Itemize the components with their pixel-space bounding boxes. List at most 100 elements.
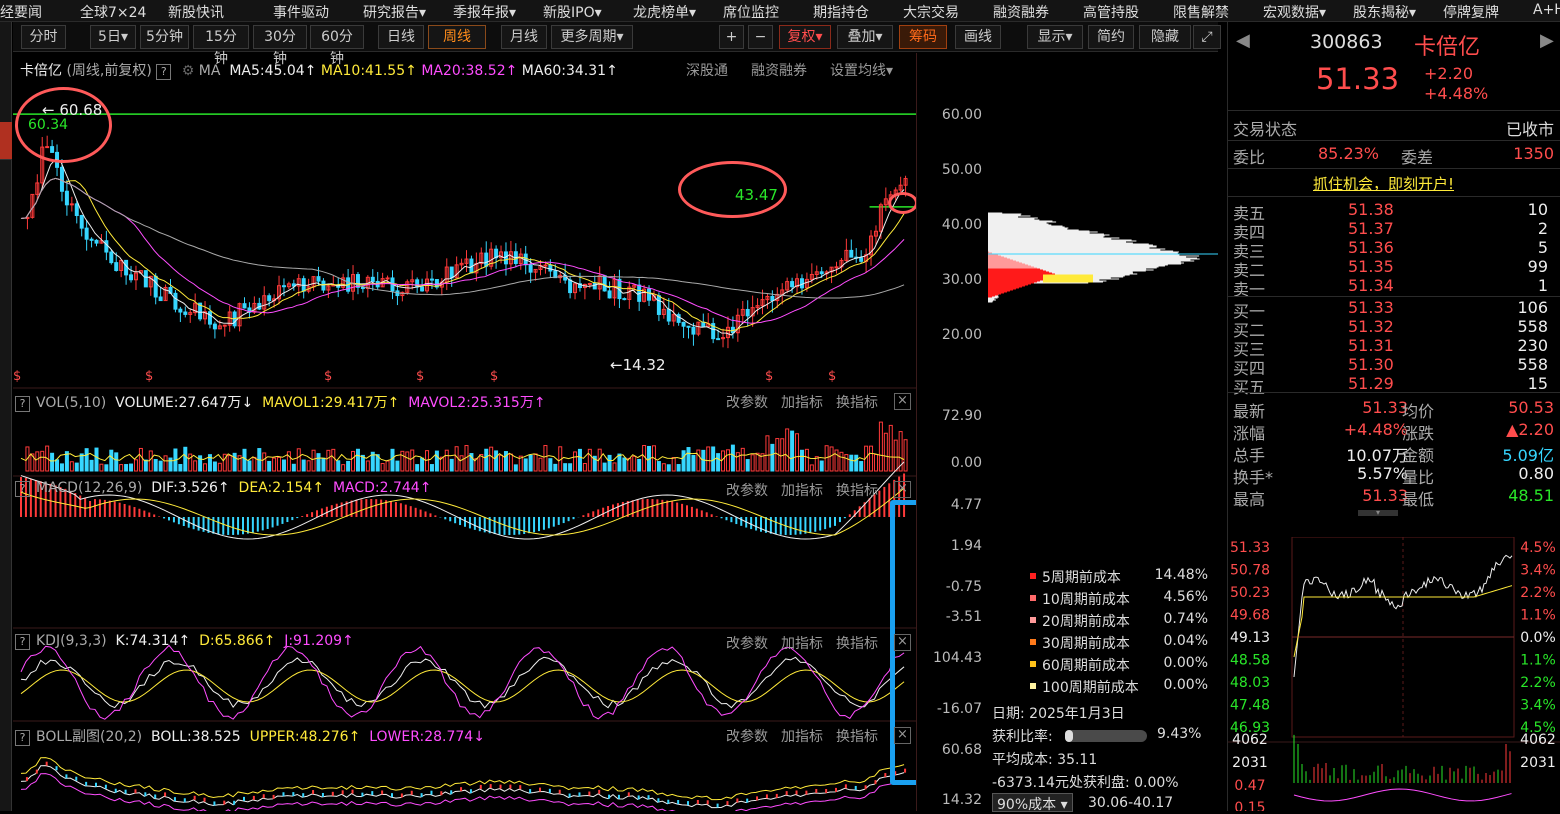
open-account-link[interactable]: 抓住机会，即刻开户!: [1313, 173, 1454, 194]
topnav-item[interactable]: 事件驱动: [273, 2, 329, 21]
mini-price-label: 50.78: [1230, 563, 1270, 579]
cost-color-swatch: [1030, 661, 1036, 667]
mini-vol-label-right: 4062: [1520, 732, 1556, 748]
toolbar-btn-1[interactable]: −: [748, 25, 773, 49]
axis-label-main: 50.00: [941, 162, 982, 178]
axis-label-main: 40.00: [941, 217, 982, 233]
left-sidebar-strip[interactable]: [0, 22, 12, 811]
stat-value: 10.07万: [1346, 446, 1408, 465]
period-3[interactable]: 15分钟: [193, 25, 249, 67]
mini-price-label: 48.03: [1230, 675, 1270, 691]
prev-stock-icon[interactable]: ◀: [1236, 30, 1250, 51]
help-icon: ?: [15, 634, 30, 650]
panel-tool-2[interactable]: 换指标: [836, 726, 878, 746]
next-stock-icon[interactable]: ▶: [1540, 30, 1554, 51]
cost-select[interactable]: 90%成本 ▾: [992, 793, 1073, 813]
toolbar-btn-2[interactable]: 复权▾: [779, 25, 831, 49]
toolbar-btn-4[interactable]: 筹码: [899, 25, 947, 49]
orderbook-label: 买五: [1233, 378, 1266, 397]
close-panel-icon[interactable]: ×: [894, 634, 911, 651]
main-chart-title: 卡倍亿 (周线,前复权) ? ⚙ MA MA5:45.04↑ MA10:41.5…: [20, 63, 618, 80]
toolbar-btn-9[interactable]: ⤢: [1193, 25, 1221, 49]
topnav-item[interactable]: 席位监控: [723, 2, 779, 21]
panel-tool-0[interactable]: 改参数: [726, 633, 768, 653]
link-sgt[interactable]: 深股通: [686, 60, 728, 80]
dividend-mark: $: [145, 369, 153, 384]
link-set-ma[interactable]: 设置均线▾: [830, 60, 893, 80]
period-1[interactable]: 5日▾: [90, 25, 136, 49]
topnav-item[interactable]: 新股快讯: [168, 2, 224, 21]
annotation-circle-breakout: [888, 192, 918, 214]
topnav-item[interactable]: 宏观数据▾: [1263, 2, 1326, 21]
dividend-mark: $: [490, 369, 498, 384]
orderbook-volume: 10: [1527, 200, 1548, 219]
mini-price-label: 50.23: [1230, 585, 1270, 601]
toolbar-btn-8[interactable]: 隐藏▸▸: [1139, 25, 1191, 67]
topnav-item[interactable]: 期指持仓: [813, 2, 869, 21]
panel-tool-2[interactable]: 换指标: [836, 480, 878, 500]
stat-value: 51.33: [1362, 486, 1408, 505]
axis-label-kdj: -16.07: [936, 701, 982, 717]
stat-label: 涨跌: [1402, 424, 1435, 443]
intraday-mini-chart[interactable]: 51.33 50.78 50.23 49.68 49.13 48.58 48.03 47.48…: [1228, 537, 1560, 811]
toolbar-btn-0[interactable]: +: [719, 25, 744, 49]
stat-value: ▲2.20: [1506, 420, 1554, 439]
orderbook-price: 51.31: [1348, 336, 1394, 355]
toolbar-btn-6[interactable]: 显示▾: [1027, 25, 1083, 49]
toolbar-btn-3[interactable]: 叠加▾: [837, 25, 893, 49]
period-0[interactable]: 分时: [21, 25, 66, 49]
panel-tool-1[interactable]: 加指标: [781, 633, 823, 653]
panel-tool-1[interactable]: 加指标: [781, 726, 823, 746]
help-icon[interactable]: ?: [156, 64, 172, 80]
period-9[interactable]: 更多周期▾: [551, 25, 633, 49]
topnav-item[interactable]: 经要闻: [0, 2, 42, 21]
axis-label-macd: -3.51: [945, 609, 982, 625]
panel-tool-0[interactable]: 改参数: [726, 726, 768, 746]
panel-tool-1[interactable]: 加指标: [781, 480, 823, 500]
topnav-item[interactable]: 高管持股: [1083, 2, 1139, 21]
link-margin[interactable]: 融资融券: [751, 60, 807, 80]
topnav-item[interactable]: 大宗交易: [903, 2, 959, 21]
chip-date: 日期: 2025年1月3日: [992, 706, 1125, 722]
close-panel-icon[interactable]: ×: [894, 481, 911, 498]
close-panel-icon[interactable]: ×: [894, 393, 911, 410]
period-4[interactable]: 30分钟: [253, 25, 307, 67]
cost-color-swatch: [1030, 573, 1036, 579]
panel-tool-0[interactable]: 改参数: [726, 392, 768, 412]
stat-label: 量比: [1402, 468, 1435, 487]
topnav-item[interactable]: 限售解禁: [1173, 2, 1229, 21]
close-panel-icon[interactable]: ×: [894, 727, 911, 744]
topnav-item[interactable]: A+H: [1533, 2, 1560, 18]
panel-tool-2[interactable]: 换指标: [836, 392, 878, 412]
toolbar-btn-5[interactable]: 画线: [955, 25, 1001, 49]
panel-tool-1[interactable]: 加指标: [781, 392, 823, 412]
panel-tool-0[interactable]: 改参数: [726, 480, 768, 500]
period-7[interactable]: 周线: [428, 25, 486, 49]
period-2[interactable]: 5分钟: [140, 25, 189, 49]
topnav-item[interactable]: 全球7×24: [80, 2, 146, 21]
dividend-mark: $: [765, 369, 773, 384]
price-change-pct: +4.48%: [1424, 84, 1489, 103]
cost-range: 30.06-40.17: [1088, 795, 1174, 811]
topnav-item[interactable]: 研究报告▾: [363, 2, 426, 21]
topnav-item[interactable]: 龙虎榜单▾: [633, 2, 696, 21]
topnav-item[interactable]: 季报年报▾: [453, 2, 516, 21]
gear-icon[interactable]: ⚙: [182, 63, 195, 79]
sidebar-tab-active[interactable]: [0, 122, 12, 160]
topnav-item[interactable]: 股东揭秘▾: [1353, 2, 1416, 21]
topnav-item[interactable]: 停牌复牌: [1443, 2, 1499, 21]
collapse-handle[interactable]: ▾: [1358, 509, 1398, 517]
period-6[interactable]: 日线: [378, 25, 424, 49]
period-5[interactable]: 60分钟: [310, 25, 364, 67]
toolbar-btn-7[interactable]: 简约: [1088, 25, 1134, 49]
topnav-item[interactable]: 新股IPO▾: [543, 2, 602, 21]
period-8[interactable]: 月线: [501, 25, 547, 49]
cost-pct: 0.00%: [1163, 677, 1208, 693]
topnav-item[interactable]: 融资融券: [993, 2, 1049, 21]
axis-label-boll: 60.68: [941, 742, 982, 758]
axis-label-macd: -0.75: [945, 579, 982, 595]
panel-tool-2[interactable]: 换指标: [836, 633, 878, 653]
cost-color-swatch: [1030, 639, 1036, 645]
axis-label-main: 20.00: [941, 327, 982, 343]
kline-chart-area[interactable]: $ $ $ $ $ $ $: [13, 53, 916, 811]
